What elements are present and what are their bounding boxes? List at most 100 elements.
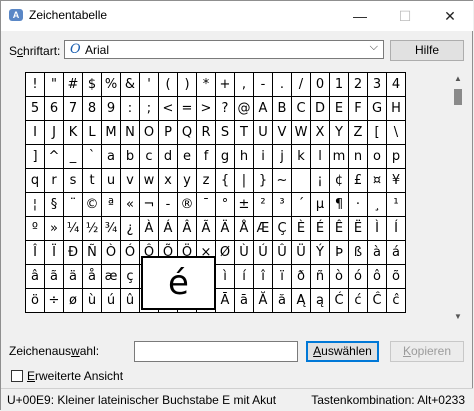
character-cell[interactable]: Ĉ [367,288,387,313]
character-cell[interactable]: Q [177,120,197,145]
character-cell[interactable]: Z [348,120,368,145]
character-cell[interactable]: » [44,216,64,241]
character-cell[interactable]: } [253,168,273,193]
character-cell[interactable]: ³ [272,192,292,217]
character-cell[interactable]: Î [25,240,45,265]
character-cell[interactable]: F [348,96,368,121]
character-cell[interactable]: « [120,192,140,217]
character-cell[interactable]: q [25,168,45,193]
character-cell[interactable]: ½ [82,216,102,241]
character-cell[interactable]: 1 [329,72,349,97]
character-cell[interactable]: ± [234,192,254,217]
character-cell[interactable]: k [291,144,311,169]
character-cell[interactable]: T [234,120,254,145]
character-cell[interactable]: 4 [386,72,406,97]
character-cell[interactable]: å [82,264,102,289]
character-cell[interactable]: µ [310,192,330,217]
character-cell[interactable]: ą [310,288,330,313]
character-cell[interactable]: Ì [367,216,387,241]
select-button[interactable]: Auswählen [306,341,379,362]
character-cell[interactable]: ö [25,288,45,313]
character-cell[interactable]: x [158,168,178,193]
character-cell[interactable]: . [272,72,292,97]
character-cell[interactable]: ß [348,240,368,265]
character-cell[interactable]: Ï [44,240,64,265]
character-cell[interactable]: u [101,168,121,193]
character-cell[interactable]: * [196,72,216,97]
character-cell[interactable]: ² [253,192,273,217]
character-cell[interactable]: 0 [310,72,330,97]
character-cell[interactable]: ` [82,144,102,169]
character-cell[interactable]: ñ [310,264,330,289]
character-cell[interactable]: 9 [101,96,121,121]
character-cell[interactable]: t [82,168,102,193]
character-cell[interactable]: f [196,144,216,169]
character-cell[interactable]: Ã [196,216,216,241]
character-cell[interactable]: \ [386,120,406,145]
copy-button[interactable]: Kopieren [390,341,464,362]
character-cell[interactable]: Ć [329,288,349,313]
character-cell[interactable]: ï [272,264,292,289]
character-cell[interactable]: - [158,192,178,217]
character-cell[interactable]: ç [120,264,140,289]
character-cell[interactable]: Á [158,216,178,241]
character-cell[interactable]: ú [101,288,121,313]
character-cell[interactable]: J [44,120,64,145]
character-cell[interactable]: 5 [25,96,45,121]
character-cell[interactable]: ø [63,288,83,313]
character-cell[interactable]: § [44,192,64,217]
advanced-view-checkbox[interactable] [11,370,23,382]
character-cell[interactable]: ò [329,264,349,289]
character-cell[interactable]: - [253,72,273,97]
character-cell[interactable]: Þ [329,240,349,265]
character-cell[interactable]: ~ [272,168,292,193]
character-cell[interactable]: ¹ [386,192,406,217]
character-cell[interactable]: D [310,96,330,121]
character-cell[interactable]: ä [63,264,83,289]
character-cell[interactable]: Ò [101,240,121,265]
scroll-up-arrow-icon[interactable]: ▲ [451,72,465,86]
character-cell[interactable]: î [253,264,273,289]
character-cell[interactable]: ; [139,96,159,121]
character-cell[interactable]: w [139,168,159,193]
character-cell[interactable]: Ú [253,240,273,265]
character-cell[interactable]: { [215,168,235,193]
character-cell[interactable]: j [272,144,292,169]
character-cell[interactable]: ã [44,264,64,289]
character-cell[interactable]: £ [348,168,368,193]
character-cell[interactable]: K [63,120,83,145]
grid-scrollbar[interactable]: ▲ ▼ [451,72,465,324]
character-cell[interactable]: © [82,192,102,217]
character-cell[interactable]: ( [158,72,178,97]
character-cell[interactable]: Ā [215,288,235,313]
character-cell[interactable]: / [291,72,311,97]
character-cell[interactable]: ¯ [196,192,216,217]
character-cell[interactable]: W [291,120,311,145]
character-cell[interactable]: Ù [234,240,254,265]
character-cell[interactable]: & [120,72,140,97]
character-cell[interactable]: ĉ [386,288,406,313]
character-cell[interactable]: ) [177,72,197,97]
character-cell[interactable]: d [158,144,178,169]
character-cell[interactable]: â [25,264,45,289]
character-cell[interactable]: ª [101,192,121,217]
character-cell[interactable]: L [82,120,102,145]
character-cell[interactable]: a [101,144,121,169]
help-button[interactable]: Hilfe [390,40,464,61]
character-cell[interactable]: B [272,96,292,121]
character-cell[interactable]: V [272,120,292,145]
character-cell[interactable]: á [386,240,406,265]
scrollbar-thumb[interactable] [454,89,462,105]
character-cell[interactable]: Ü [291,240,311,265]
character-cell[interactable]: o [367,144,387,169]
character-cell[interactable]: S [215,120,235,145]
scroll-down-arrow-icon[interactable]: ▼ [451,310,465,324]
character-cell[interactable]: ® [177,192,197,217]
character-cell[interactable]: # [63,72,83,97]
character-cell[interactable]: " [44,72,64,97]
character-cell[interactable]: Ă [253,288,273,313]
character-cell[interactable]: s [63,168,83,193]
character-cell[interactable]: ÷ [44,288,64,313]
character-cell[interactable]: 8 [82,96,102,121]
character-cell[interactable]: b [120,144,140,169]
